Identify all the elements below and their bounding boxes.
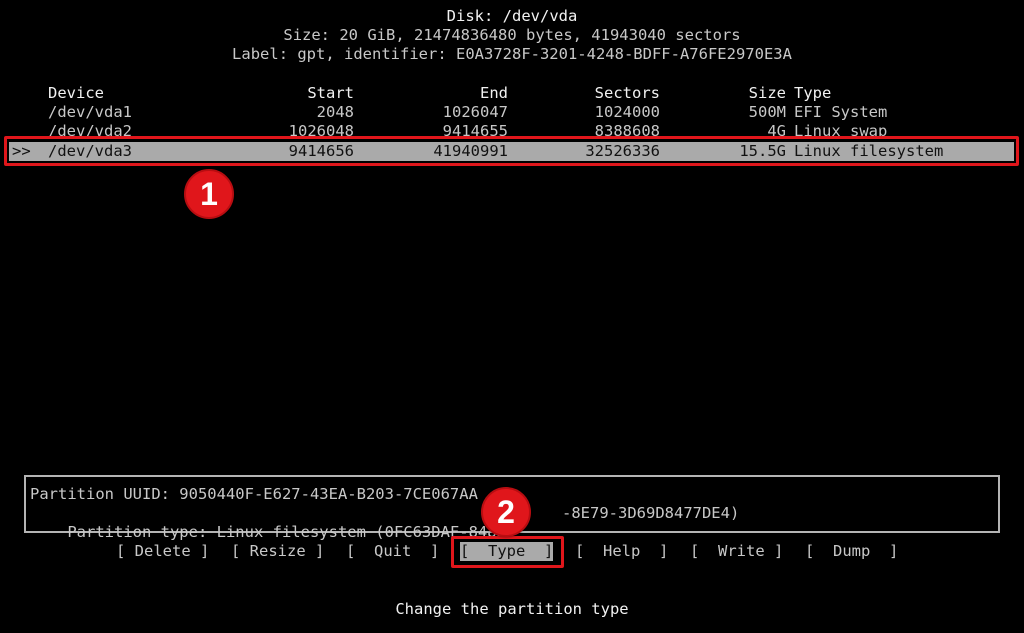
partition-type-info-tail: -8E79-3D69D8477DE4) bbox=[562, 504, 740, 522]
partition-device: /dev/vda1 bbox=[48, 103, 132, 121]
partition-type-info-head: Partition type: Linux filesystem (0FC63D… bbox=[67, 523, 516, 541]
resize-button[interactable]: [ Resize ] bbox=[231, 542, 324, 561]
disk-size-info: Size: 20 GiB, 21474836480 bytes, 4194304… bbox=[283, 26, 741, 44]
partition-end: 1026047 bbox=[442, 103, 508, 121]
dump-button[interactable]: [ Dump ] bbox=[805, 542, 898, 561]
annotation-highlight-row bbox=[4, 136, 1019, 166]
quit-button[interactable]: [ Quit ] bbox=[346, 542, 439, 561]
partition-type: EFI System bbox=[794, 103, 888, 121]
partition-size: 500M bbox=[748, 103, 786, 121]
disk-title: Disk: /dev/vda bbox=[446, 7, 578, 25]
status-hint: Change the partition type bbox=[395, 600, 629, 618]
partition-uuid: Partition UUID: 9050440F-E627-43EA-B203-… bbox=[30, 485, 478, 503]
column-header-size: Size bbox=[748, 84, 786, 102]
annotation-badge-1: 1 bbox=[184, 169, 234, 219]
partition-row[interactable]: /dev/vda1 2048 1026047 1024000 500M EFI … bbox=[0, 103, 1024, 122]
write-button[interactable]: [ Write ] bbox=[690, 542, 783, 561]
disk-label-info: Label: gpt, identifier: E0A3728F-3201-42… bbox=[232, 45, 792, 63]
column-header-start: Start bbox=[307, 84, 354, 102]
column-header-end: End bbox=[480, 84, 508, 102]
annotation-highlight-type-button bbox=[451, 536, 564, 568]
partition-start: 2048 bbox=[316, 103, 354, 121]
help-button[interactable]: [ Help ] bbox=[575, 542, 668, 561]
delete-button[interactable]: [ Delete ] bbox=[116, 542, 209, 561]
column-header-sectors: Sectors bbox=[594, 84, 660, 102]
table-header: Device Start End Sectors Size Type bbox=[0, 84, 1024, 103]
partition-sectors: 1024000 bbox=[594, 103, 660, 121]
column-header-device: Device bbox=[48, 84, 104, 102]
column-header-type: Type bbox=[794, 84, 832, 102]
annotation-badge-2: 2 bbox=[481, 487, 531, 537]
